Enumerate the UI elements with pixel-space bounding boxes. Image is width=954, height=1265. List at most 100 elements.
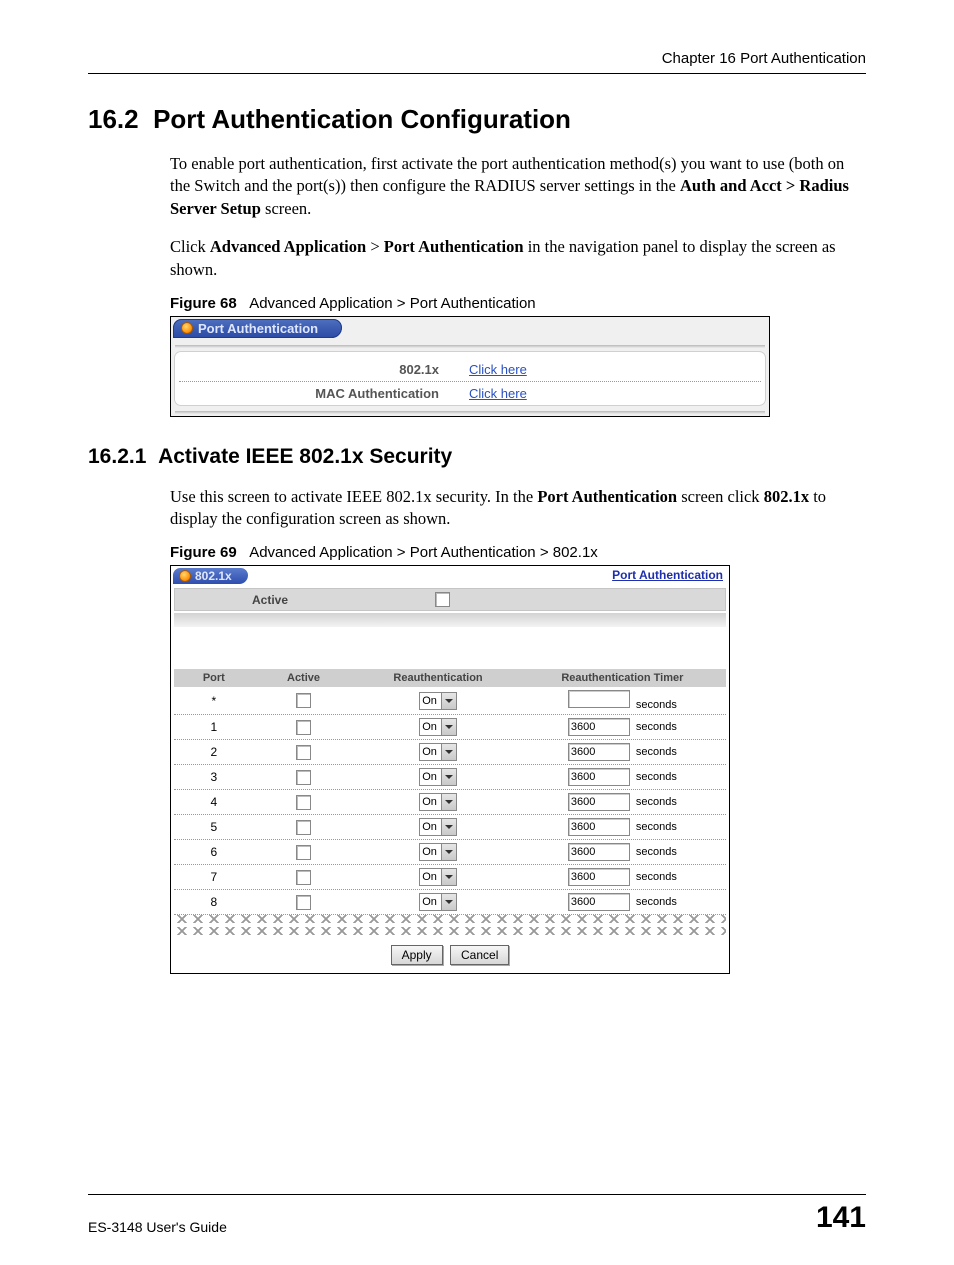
reauth-dropdown[interactable]: On xyxy=(419,793,457,811)
port-cell: 3 xyxy=(174,770,254,784)
cancel-button[interactable]: Cancel xyxy=(450,945,509,965)
timer-cell: 3600seconds xyxy=(523,793,726,811)
table-header-row: Port Active Reauthentication Reauthentic… xyxy=(174,669,726,687)
torn-edge-icon xyxy=(174,915,726,923)
bold-text: 802.1x xyxy=(764,487,809,506)
timer-input[interactable]: 3600 xyxy=(568,868,630,886)
reauth-dropdown[interactable]: On xyxy=(419,868,457,886)
header-reauth: Reauthentication xyxy=(353,672,522,684)
port-cell: 1 xyxy=(174,720,254,734)
figure-label: Figure 69 xyxy=(170,544,237,561)
active-checkbox[interactable] xyxy=(296,770,311,785)
port-cell: 7 xyxy=(174,870,254,884)
global-active-row: Active xyxy=(174,588,726,611)
figure-68-heading: Figure 68 Advanced Application > Port Au… xyxy=(170,295,866,312)
reauth-cell: On xyxy=(353,818,522,836)
tab-8021x[interactable]: 802.1x xyxy=(173,568,248,584)
timer-input[interactable]: 3600 xyxy=(568,718,630,736)
active-checkbox[interactable] xyxy=(296,895,311,910)
reauth-dropdown[interactable]: On xyxy=(419,743,457,761)
table-row: 6On3600seconds xyxy=(174,840,726,865)
timer-input[interactable] xyxy=(568,690,630,708)
timer-input[interactable]: 3600 xyxy=(568,768,630,786)
active-checkbox[interactable] xyxy=(296,693,311,708)
table-row: 3 On 3600 seconds xyxy=(174,765,726,790)
active-checkbox[interactable] xyxy=(296,745,311,760)
table-row: 4On3600seconds xyxy=(174,790,726,815)
active-checkbox[interactable] xyxy=(296,720,311,735)
reauth-dropdown[interactable]: On xyxy=(419,692,457,710)
seconds-label: seconds xyxy=(636,699,677,711)
reauth-dropdown[interactable]: On xyxy=(419,893,457,911)
seconds-label: seconds xyxy=(636,771,677,783)
reauth-dropdown[interactable]: On xyxy=(419,718,457,736)
port-cell: 6 xyxy=(174,845,254,859)
tab-port-authentication[interactable]: Port Authentication xyxy=(173,319,342,338)
reauth-cell: On xyxy=(353,743,522,761)
active-checkbox[interactable] xyxy=(296,795,311,810)
page-content: Chapter 16 Port Authentication 16.2 Port… xyxy=(0,0,954,1265)
chevron-down-icon[interactable] xyxy=(441,894,456,910)
apply-button[interactable]: Apply xyxy=(391,945,443,965)
port-authentication-link[interactable]: Port Authentication xyxy=(612,568,723,582)
timer-cell: 3600 seconds xyxy=(523,818,726,836)
active-cell xyxy=(254,795,354,810)
text: screen click xyxy=(677,487,764,506)
chevron-down-icon[interactable] xyxy=(441,794,456,810)
spacer xyxy=(171,629,729,669)
dropdown-value: On xyxy=(420,844,441,860)
bold-text: Port Authentication xyxy=(384,237,524,256)
active-checkbox[interactable] xyxy=(296,870,311,885)
port-cell: 5 xyxy=(174,820,254,834)
figure-69-heading: Figure 69 Advanced Application > Port Au… xyxy=(170,544,866,561)
active-cell xyxy=(254,720,354,735)
chevron-down-icon[interactable] xyxy=(441,719,456,735)
reauth-dropdown[interactable]: On xyxy=(419,768,457,786)
reauth-dropdown[interactable]: On xyxy=(419,843,457,861)
tab-label: Port Authentication xyxy=(198,321,318,336)
active-checkbox[interactable] xyxy=(296,820,311,835)
global-active-checkbox[interactable] xyxy=(435,592,450,607)
active-cell xyxy=(254,870,354,885)
timer-input[interactable]: 3600 xyxy=(568,818,630,836)
divider xyxy=(175,345,765,348)
chevron-down-icon[interactable] xyxy=(441,819,456,835)
active-checkbox[interactable] xyxy=(296,845,311,860)
timer-input[interactable]: 3600 xyxy=(568,843,630,861)
chevron-down-icon[interactable] xyxy=(441,869,456,885)
header-port: Port xyxy=(174,672,254,684)
timer-cell: 3600 seconds xyxy=(523,768,726,786)
reauth-cell: On xyxy=(353,768,522,786)
seconds-label: seconds xyxy=(636,721,677,733)
table-row: 7 On 3600 seconds xyxy=(174,865,726,890)
reauth-dropdown[interactable]: On xyxy=(419,818,457,836)
section-paragraph-1: To enable port authentication, first act… xyxy=(170,153,866,220)
seconds-label: seconds xyxy=(636,871,677,883)
port-cell: 8 xyxy=(174,895,254,909)
tab-dot-icon xyxy=(181,322,193,334)
dropdown-value: On xyxy=(420,894,441,910)
reauth-cell: On xyxy=(353,793,522,811)
reauth-cell: On xyxy=(353,868,522,886)
chevron-down-icon[interactable] xyxy=(441,769,456,785)
seconds-label: seconds xyxy=(636,746,677,758)
timer-input[interactable]: 3600 xyxy=(568,793,630,811)
table-row: *Onseconds xyxy=(174,687,726,715)
dropdown-value: On xyxy=(420,719,441,735)
chevron-down-icon[interactable] xyxy=(441,744,456,760)
click-here-link[interactable]: Click here xyxy=(469,362,527,377)
bold-text: Advanced Application xyxy=(210,237,366,256)
subsection-title: Activate IEEE 802.1x Security xyxy=(158,445,452,468)
divider xyxy=(174,613,726,627)
text: screen. xyxy=(261,199,311,218)
chevron-down-icon[interactable] xyxy=(441,844,456,860)
chevron-down-icon[interactable] xyxy=(441,693,456,709)
timer-input[interactable]: 3600 xyxy=(568,893,630,911)
click-here-link[interactable]: Click here xyxy=(469,386,527,401)
figure-label: Figure 68 xyxy=(170,295,237,312)
tab-dot-icon xyxy=(179,570,191,582)
active-cell xyxy=(254,770,354,785)
timer-input[interactable]: 3600 xyxy=(568,743,630,761)
chapter-header: Chapter 16 Port Authentication xyxy=(88,50,866,74)
seconds-label: seconds xyxy=(636,821,677,833)
